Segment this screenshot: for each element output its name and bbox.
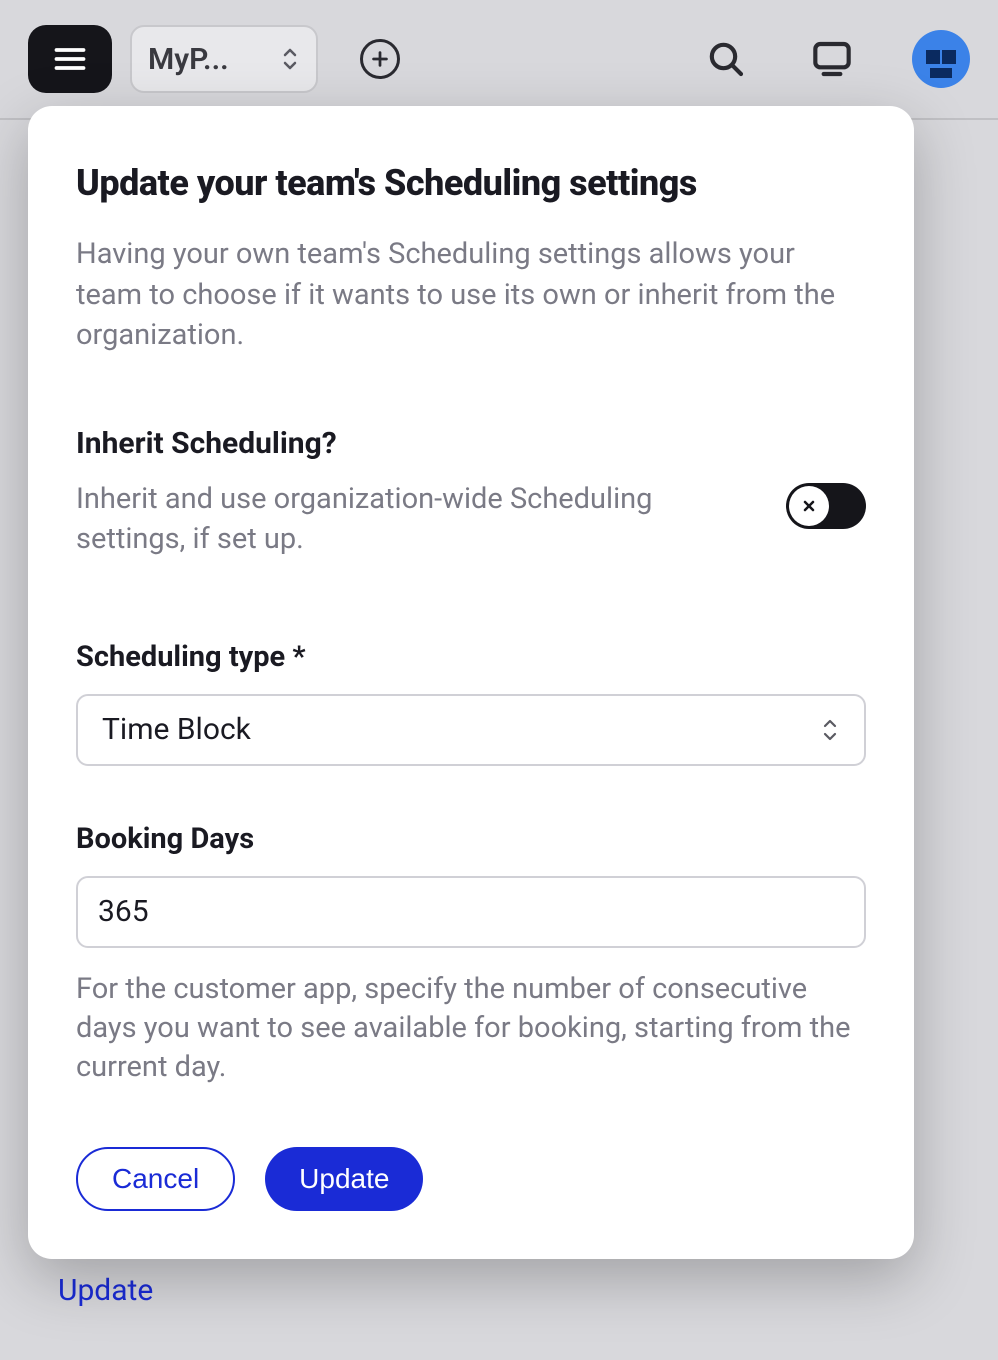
update-button[interactable]: Update — [265, 1147, 423, 1211]
scheduling-type-select[interactable]: Time Block — [76, 694, 866, 766]
menu-button[interactable] — [28, 25, 112, 93]
booking-days-help: For the customer app, specify the number… — [76, 970, 866, 1087]
cancel-button[interactable]: Cancel — [76, 1147, 235, 1211]
chevron-up-down-icon — [820, 716, 840, 744]
add-button[interactable] — [360, 39, 400, 79]
menu-icon — [52, 41, 88, 77]
inherit-description: Inherit and use organization-wide Schedu… — [76, 479, 762, 560]
modal-description: Having your own team's Scheduling settin… — [76, 234, 866, 356]
toggle-thumb-off — [789, 486, 829, 526]
display-button[interactable] — [810, 37, 854, 81]
booking-days-label: Booking Days — [76, 822, 866, 856]
team-selector[interactable]: MyP... — [130, 25, 318, 93]
search-icon — [706, 39, 746, 79]
team-selector-label: MyP... — [148, 42, 229, 77]
scheduling-settings-modal: Update your team's Scheduling settings H… — [28, 106, 914, 1259]
booking-days-input[interactable] — [76, 876, 866, 948]
plus-icon — [369, 48, 391, 70]
user-avatar[interactable] — [912, 30, 970, 88]
bg-update-link[interactable]: Update — [58, 1273, 361, 1308]
modal-actions: Cancel Update — [76, 1147, 866, 1211]
search-button[interactable] — [704, 37, 748, 81]
close-icon — [802, 499, 816, 513]
monitor-icon — [812, 39, 852, 79]
inherit-heading: Inherit Scheduling? — [76, 426, 866, 461]
inherit-toggle[interactable] — [786, 483, 866, 529]
chevron-up-down-icon — [280, 45, 300, 73]
modal-title: Update your team's Scheduling settings — [76, 162, 866, 204]
app-header: MyP... — [0, 0, 998, 120]
scheduling-type-value: Time Block — [102, 712, 251, 747]
scheduling-type-label: Scheduling type * — [76, 640, 866, 674]
